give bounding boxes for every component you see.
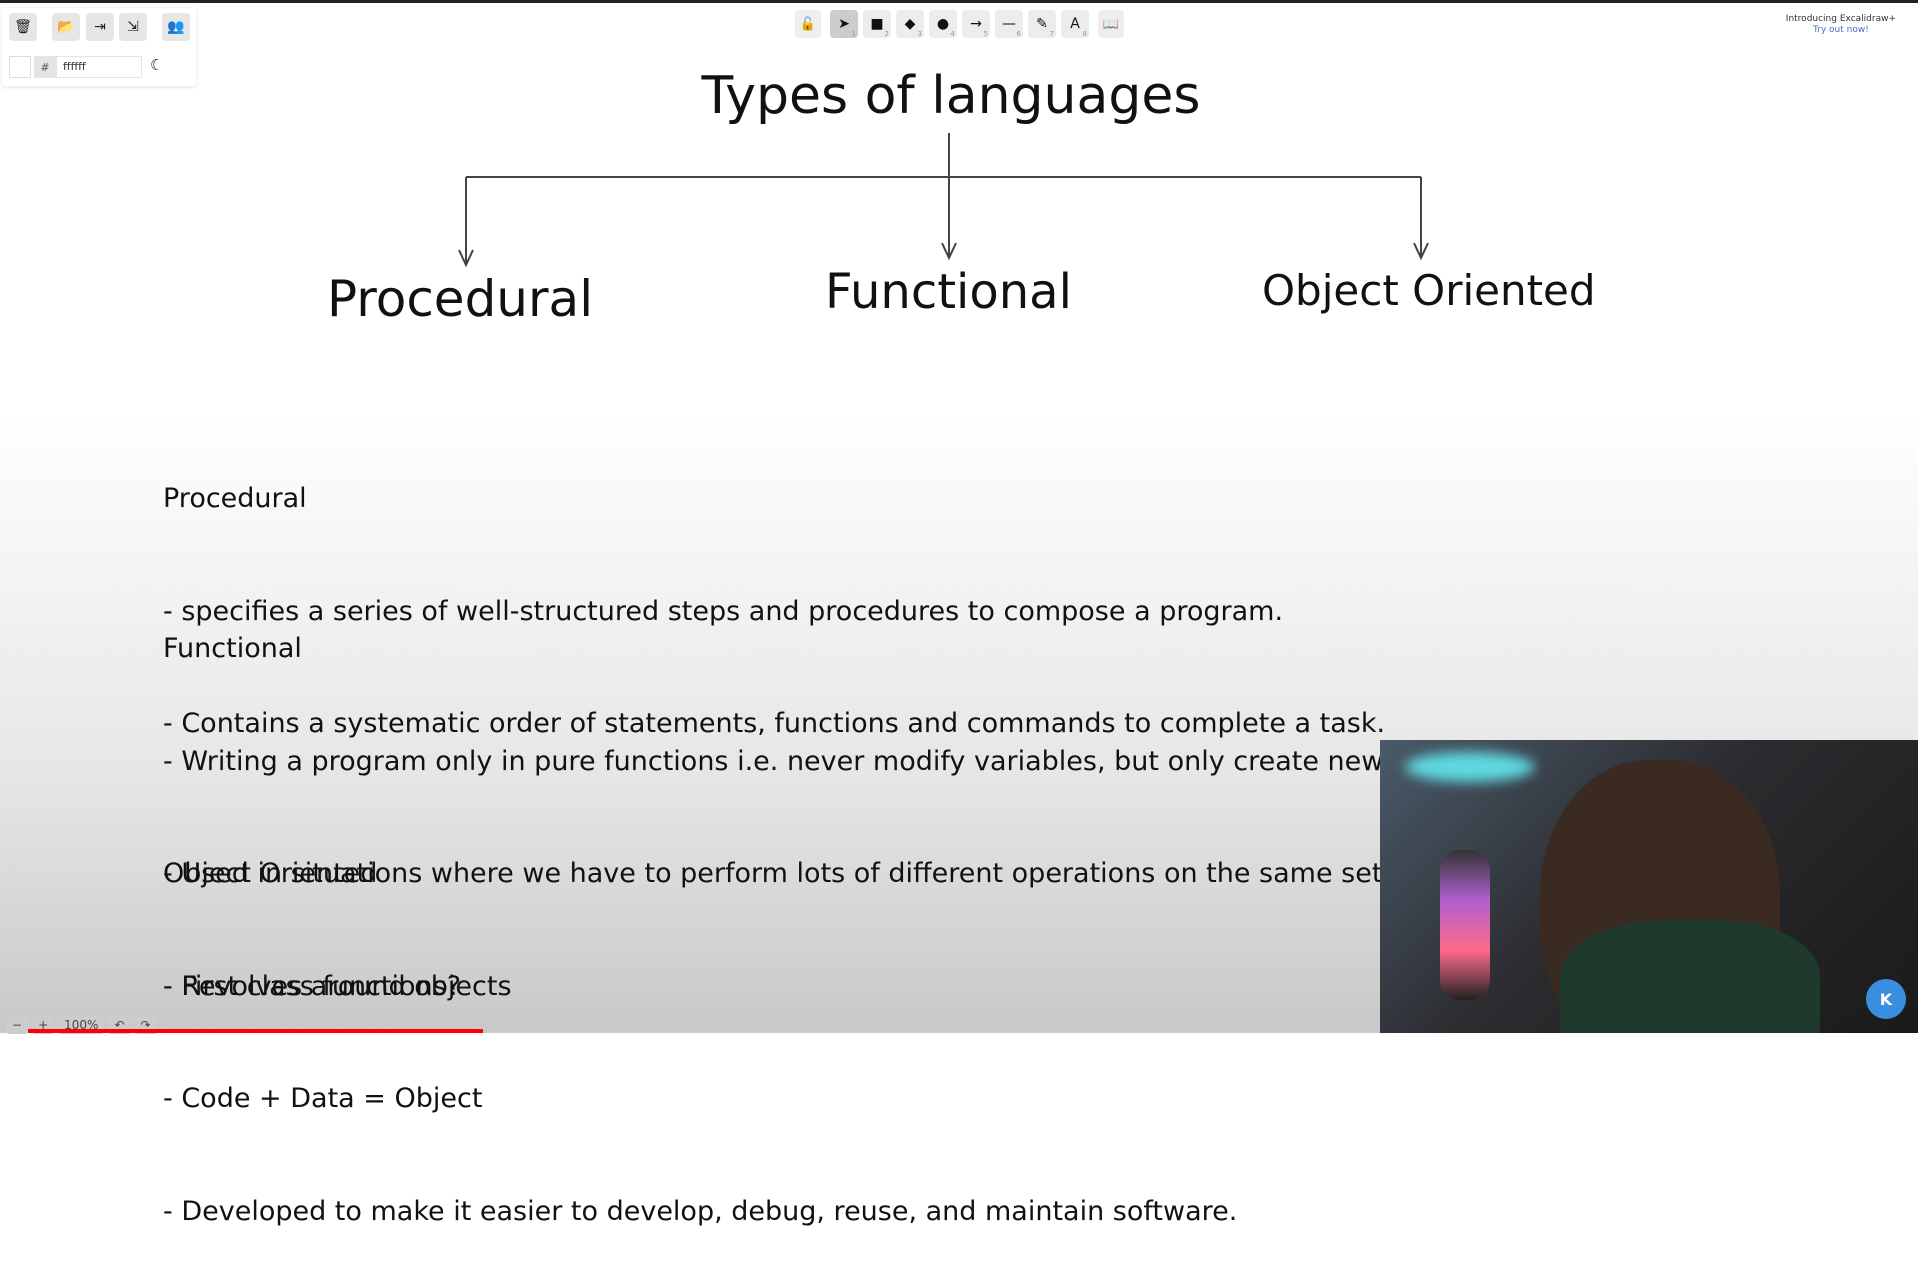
notes-object-oriented: Object Oriented - Revolves around object… bbox=[163, 780, 1237, 1268]
shirt bbox=[1560, 920, 1820, 1033]
note-heading: Functional bbox=[163, 633, 302, 664]
webcam-overlay: K bbox=[1380, 740, 1918, 1033]
branch-functional: Functional bbox=[825, 264, 1072, 320]
lamp-glow bbox=[1405, 752, 1535, 782]
connector-arrows bbox=[458, 133, 1429, 268]
branch-procedural: Procedural bbox=[327, 270, 594, 328]
note-item: - Revolves around objects bbox=[163, 970, 512, 1002]
note-heading: Procedural bbox=[163, 483, 307, 514]
note-heading: Object Oriented bbox=[163, 858, 378, 889]
zoom-out-button[interactable]: − bbox=[6, 1016, 29, 1034]
channel-logo: K bbox=[1866, 979, 1906, 1019]
microphone bbox=[1440, 850, 1490, 1000]
branch-object-oriented: Object Oriented bbox=[1262, 266, 1596, 315]
note-item: - Developed to make it easier to develop… bbox=[163, 1195, 1238, 1227]
note-item: - Code + Data = Object bbox=[163, 1083, 483, 1114]
video-progress-bar[interactable] bbox=[28, 1029, 483, 1033]
